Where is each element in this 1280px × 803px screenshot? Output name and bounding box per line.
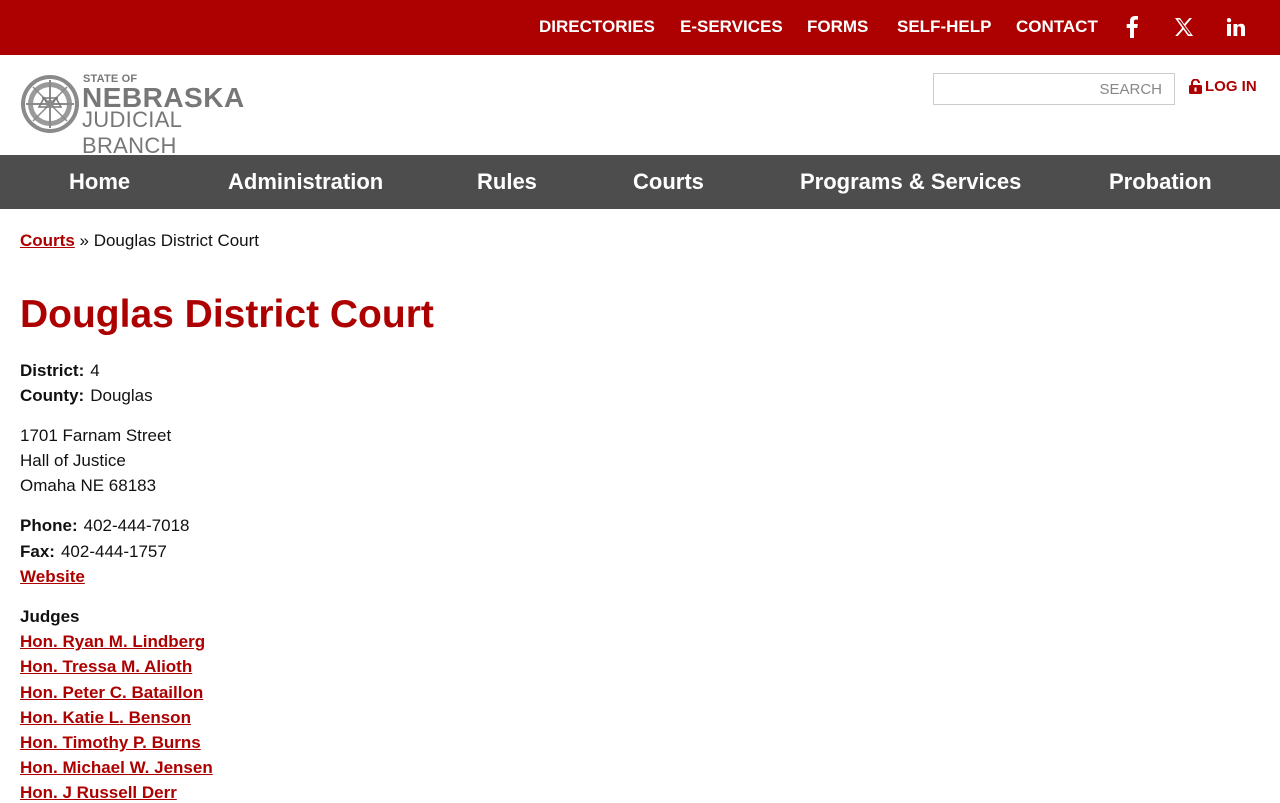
judge-link[interactable]: Hon. Timothy P. Burns (20, 733, 201, 753)
fax-value: 402-444-1757 (60, 542, 167, 561)
county-row: County: Douglas (20, 386, 153, 406)
judges-heading: Judges (20, 607, 80, 626)
judge-link[interactable]: Hon. J Russell Derr (20, 783, 177, 803)
search-input[interactable] (933, 73, 1175, 105)
phone-value: 402-444-7018 (83, 516, 190, 535)
breadcrumb-current: Douglas District Court (93, 231, 260, 250)
nav-probation[interactable]: Probation (1109, 155, 1212, 209)
judge-link[interactable]: Hon. Michael W. Jensen (20, 758, 213, 778)
address-line-2: Hall of Justice (20, 451, 126, 470)
topnav-e-services[interactable]: E-SERVICES (680, 17, 783, 37)
unlock-icon (1189, 79, 1202, 94)
judge-link[interactable]: Hon. Ryan M. Lindberg (20, 632, 205, 652)
linkedin-icon[interactable] (1223, 14, 1249, 40)
topnav-contact[interactable]: CONTACT (1016, 17, 1098, 37)
seal-icon (21, 75, 79, 133)
nav-courts[interactable]: Courts (633, 155, 704, 209)
phone-label: Phone: (20, 516, 78, 535)
breadcrumb: Courts » Douglas District Court (20, 231, 259, 251)
judge-link[interactable]: Hon. Katie L. Benson (20, 708, 191, 728)
county-value: Douglas (90, 386, 153, 405)
topnav-self-help[interactable]: SELF-HELP (897, 17, 991, 37)
address-line-3: Omaha NE 68183 (20, 476, 157, 495)
nav-programs-services[interactable]: Programs & Services (800, 155, 1021, 209)
nav-rules[interactable]: Rules (477, 155, 537, 209)
judge-link[interactable]: Hon. Tressa M. Alioth (20, 657, 192, 677)
judge-link[interactable]: Hon. Peter C. Bataillon (20, 683, 203, 703)
phone-row: Phone: 402-444-7018 (20, 516, 189, 536)
district-label: District: (20, 361, 85, 380)
breadcrumb-separator: » (74, 231, 94, 250)
logo-judicial-branch: JUDICIAL BRANCH (82, 107, 182, 158)
breadcrumb-courts-link[interactable]: Courts (20, 231, 75, 250)
topnav-forms[interactable]: FORMS (807, 17, 868, 37)
website-link[interactable]: Website (20, 567, 85, 587)
x-twitter-icon[interactable] (1170, 14, 1196, 40)
district-value: 4 (90, 361, 100, 380)
page-title: Douglas District Court (20, 293, 434, 336)
nav-administration[interactable]: Administration (228, 155, 383, 209)
top-utility-bar: DIRECTORIES E-SERVICES FORMS SELF-HELP C… (0, 0, 1280, 55)
site-logo[interactable]: STATE OF NEBRASKA JUDICIAL BRANCH (20, 72, 280, 158)
facebook-icon[interactable] (1119, 14, 1145, 40)
fax-row: Fax: 402-444-1757 (20, 542, 167, 562)
main-navigation: Home Administration Rules Courts Program… (0, 155, 1280, 209)
topnav-directories[interactable]: DIRECTORIES (539, 17, 655, 37)
district-row: District: 4 (20, 361, 100, 381)
fax-label: Fax: (20, 542, 55, 561)
login-link[interactable]: LOG IN (1189, 78, 1257, 95)
login-label: LOG IN (1205, 78, 1257, 95)
address-line-1: 1701 Farnam Street (20, 426, 172, 445)
county-label: County: (20, 386, 85, 405)
nav-home[interactable]: Home (69, 155, 130, 209)
site-header: STATE OF NEBRASKA JUDICIAL BRANCH LOG IN (0, 55, 1280, 158)
